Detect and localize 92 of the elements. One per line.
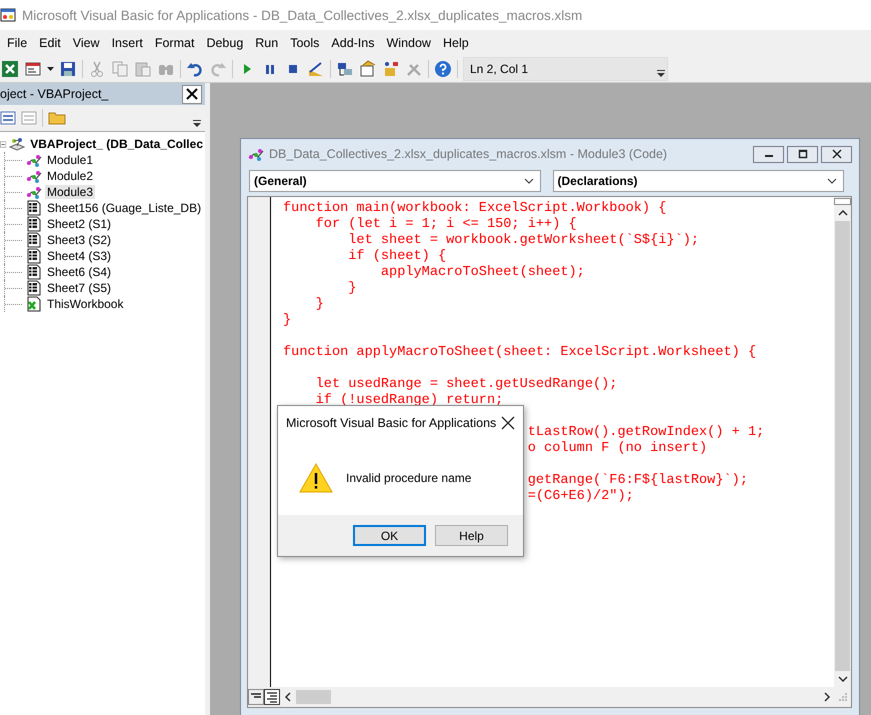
code-line: }: [314, 297, 324, 312]
tree-item[interactable]: ThisWorkbook: [45, 297, 126, 311]
code-line: o column F (no insert): [528, 441, 708, 456]
resize-grip-icon[interactable]: [838, 692, 848, 702]
code-line: for (let i = 1; i <= 150; i++) {: [314, 217, 577, 232]
chevron-down-icon: [827, 178, 837, 184]
collapse-toggle-icon[interactable]: [0, 140, 6, 148]
menu-item[interactable]: File: [2, 34, 34, 52]
scroll-down-icon[interactable]: [838, 676, 848, 682]
dialog-message: Invalid procedure name: [346, 470, 472, 484]
warning-icon: [299, 462, 333, 492]
module-icon: [26, 184, 42, 200]
object-dropdown[interactable]: (General): [249, 170, 540, 192]
code-line: let usedRange = sheet.getUsedRange();: [314, 377, 618, 392]
code-line: }: [283, 313, 292, 328]
scroll-up-icon[interactable]: [838, 210, 848, 216]
toolbar-options-icon[interactable]: [193, 120, 201, 128]
excel-icon[interactable]: [1, 60, 19, 78]
code-line: =(C6+E6)/2");: [528, 489, 634, 504]
tree-item[interactable]: Module3: [45, 185, 96, 199]
tree-item[interactable]: Sheet3 (S2): [45, 233, 114, 247]
code-line: if (!usedRange) return;: [314, 393, 504, 408]
window-title: Microsoft Visual Basic for Applications - DB_Data_Collectives_2.xlsx_duplicates_macros.xlsm: [22, 8, 582, 22]
close-icon[interactable]: [501, 416, 515, 430]
close-icon: [832, 149, 842, 159]
sheet-icon: [26, 232, 42, 248]
properties-icon[interactable]: [359, 60, 377, 78]
chevron-down-icon: [524, 178, 534, 184]
cursor-position: Ln 2, Col 1: [470, 62, 528, 76]
scroll-thumb[interactable]: [835, 221, 850, 671]
ok-button[interactable]: OK: [353, 525, 426, 546]
menu-item[interactable]: Run: [250, 34, 286, 52]
design-mode-icon[interactable]: [307, 60, 325, 78]
code-line: function main(workbook: ExcelScript.Workbook) {: [283, 201, 666, 216]
menu-item[interactable]: Format: [150, 34, 202, 52]
split-bar[interactable]: [834, 198, 851, 205]
folder-icon[interactable]: [48, 111, 66, 125]
project-icon: [9, 136, 26, 152]
tree-item[interactable]: Module1: [45, 153, 96, 167]
tree-item[interactable]: Sheet156 (Guage_Liste_DB): [45, 201, 204, 215]
tree-item[interactable]: Sheet7 (S5): [45, 281, 114, 295]
menu-item[interactable]: Add-Ins: [326, 34, 382, 52]
close-button[interactable]: [182, 84, 202, 104]
menu-item[interactable]: Edit: [34, 34, 68, 52]
code-line: function applyMacroToSheet(sheet: ExcelScript.Worksheet) {: [283, 345, 756, 360]
code-window-title: DB_Data_Collectives_2.xlsx_duplicates_macros.xlsm - Module3 (Code): [269, 147, 668, 161]
restore-icon: [798, 149, 808, 159]
tree-item[interactable]: Sheet2 (S1): [45, 217, 114, 231]
view-code-icon[interactable]: [0, 111, 16, 125]
sheet-icon: [26, 200, 42, 216]
menu-item[interactable]: Window: [382, 34, 438, 52]
help-icon[interactable]: [434, 60, 452, 78]
workbook-icon: [26, 296, 42, 312]
code-line: tLastRow().getRowIndex() + 1;: [528, 425, 764, 440]
toolbar-options-icon[interactable]: [657, 70, 665, 78]
object-browser-icon[interactable]: [382, 60, 400, 78]
tree-item[interactable]: Sheet4 (S3): [45, 249, 114, 263]
sheet-icon: [26, 216, 42, 232]
form-icon[interactable]: [24, 60, 42, 78]
procedure-dropdown[interactable]: (Declarations): [552, 170, 844, 192]
code-line: }: [347, 281, 356, 296]
scroll-left-icon[interactable]: [284, 692, 292, 702]
code-line: if (sheet) {: [347, 249, 446, 264]
sheet-icon: [26, 280, 42, 296]
tree-item[interactable]: Module2: [45, 169, 96, 183]
menu-item[interactable]: Insert: [106, 34, 150, 52]
help-button[interactable]: Help: [435, 525, 508, 546]
code-line: let sheet = workbook.getWorksheet(`S${i}`);: [347, 233, 700, 248]
restore-button[interactable]: [787, 146, 818, 162]
sheet-icon: [26, 264, 42, 280]
module-icon: [247, 146, 265, 162]
save-icon[interactable]: [59, 60, 77, 78]
close-button[interactable]: [821, 146, 852, 162]
module-icon: [26, 168, 42, 184]
menu-item[interactable]: Help: [438, 34, 476, 52]
pane-title: oject - VBAProject_: [0, 87, 108, 101]
code-line: applyMacroToSheet(sheet);: [380, 265, 585, 280]
full-module-view-icon[interactable]: [264, 689, 280, 705]
tree-item[interactable]: VBAProject_ (DB_Data_Collec: [28, 137, 205, 151]
dialog-title: Microsoft Visual Basic for Applications: [286, 416, 496, 430]
procedure-view-icon[interactable]: [248, 689, 264, 705]
scroll-right-icon[interactable]: [823, 692, 831, 702]
tree-item[interactable]: Sheet6 (S4): [45, 265, 114, 279]
code-line: getRange(`F6:F${lastRow}`);: [528, 473, 748, 488]
scroll-thumb[interactable]: [296, 690, 331, 704]
menu-item[interactable]: Debug: [201, 34, 250, 52]
menu-item[interactable]: Tools: [285, 34, 326, 52]
minimize-button[interactable]: [753, 146, 784, 162]
menu-item[interactable]: View: [68, 34, 107, 52]
caret-icon[interactable]: [47, 66, 54, 70]
module-icon: [26, 152, 42, 168]
sheet-icon: [26, 248, 42, 264]
